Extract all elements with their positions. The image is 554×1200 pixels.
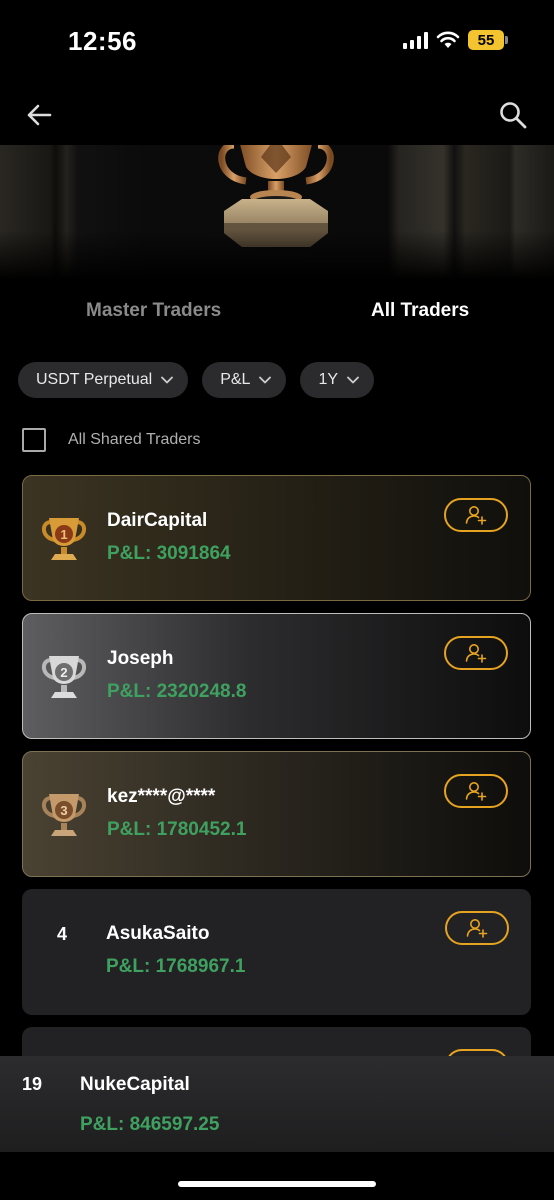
trader-pnl: P&L: 1780452.1	[107, 819, 247, 840]
search-icon[interactable]	[498, 100, 528, 130]
status-indicators: 55	[403, 30, 508, 50]
trader-pnl: P&L: 3091864	[107, 543, 231, 564]
status-time: 12:56	[68, 26, 137, 56]
bronze-trophy-icon: 3	[42, 794, 86, 836]
contract-type-dropdown[interactable]: USDT Perpetual	[18, 362, 189, 398]
chevron-down-icon	[347, 376, 359, 384]
my-name: NukeCapital	[80, 1074, 190, 1095]
follow-button[interactable]	[444, 774, 508, 808]
silver-trophy-icon: 2	[42, 656, 86, 698]
sort-metric-label: P&L	[220, 371, 251, 388]
shared-traders-checkbox[interactable]	[22, 428, 46, 452]
trader-name: Joseph	[107, 648, 174, 669]
filter-bar: USDT Perpetual P&L 1Y	[18, 362, 375, 398]
add-user-icon	[466, 919, 488, 938]
battery-level: 55	[468, 30, 504, 50]
page: 12:56 55 Master Traders All Traders USDT…	[0, 0, 554, 1200]
follow-button[interactable]	[444, 498, 508, 532]
top-nav	[0, 92, 554, 136]
trader-card[interactable]: 3 kez****@**** P&L: 1780452.1	[22, 751, 531, 877]
trader-tabs: Master Traders All Traders	[0, 300, 554, 330]
follow-button[interactable]	[444, 636, 508, 670]
trader-pnl: P&L: 1768967.1	[106, 956, 246, 977]
home-indicator[interactable]	[178, 1181, 376, 1187]
trader-card[interactable]: 4 AsukaSaito P&L: 1768967.1	[22, 889, 531, 1015]
trader-card[interactable]: 2 Joseph P&L: 2320248.8	[22, 613, 531, 739]
trader-name: kez****@****	[107, 786, 216, 807]
hero-banner	[0, 145, 554, 280]
svg-text:2: 2	[60, 665, 67, 680]
trader-card[interactable]: 1 DairCapital P&L: 3091864	[22, 475, 531, 601]
shared-traders-filter: All Shared Traders	[22, 428, 201, 452]
gold-trophy-icon: 1	[42, 518, 86, 560]
tab-master-traders[interactable]: Master Traders	[86, 300, 221, 322]
time-range-dropdown[interactable]: 1Y	[300, 362, 375, 398]
contract-type-label: USDT Perpetual	[36, 371, 153, 388]
trader-rank: 4	[57, 924, 68, 944]
add-user-icon	[465, 782, 487, 801]
trader-name: DairCapital	[107, 510, 208, 531]
chevron-down-icon	[161, 376, 174, 384]
my-pnl: P&L: 846597.25	[80, 1114, 220, 1135]
add-user-icon	[465, 644, 487, 663]
follow-button[interactable]	[445, 911, 509, 945]
sort-metric-dropdown[interactable]: P&L	[202, 362, 287, 398]
battery-icon: 55	[468, 30, 508, 50]
trophy-icon	[218, 145, 334, 247]
my-rank: 19	[22, 1074, 43, 1094]
chevron-down-icon	[259, 376, 272, 384]
tab-all-traders[interactable]: All Traders	[371, 300, 469, 322]
my-ranking-row[interactable]: 19 NukeCapital P&L: 846597.25	[0, 1056, 554, 1152]
shared-traders-label: All Shared Traders	[68, 431, 201, 448]
trader-list: 1 DairCapital P&L: 3091864 2 Joseph P&L:…	[22, 475, 532, 1067]
trader-name: AsukaSaito	[106, 923, 210, 944]
add-user-icon	[465, 506, 487, 525]
back-arrow-icon[interactable]	[24, 100, 54, 130]
svg-text:3: 3	[60, 803, 67, 818]
svg-text:1: 1	[60, 527, 67, 542]
wifi-icon	[436, 31, 460, 48]
trader-pnl: P&L: 2320248.8	[107, 681, 247, 702]
cellular-signal-icon	[403, 31, 428, 49]
time-range-label: 1Y	[318, 371, 339, 388]
status-bar: 12:56 55	[0, 0, 554, 80]
